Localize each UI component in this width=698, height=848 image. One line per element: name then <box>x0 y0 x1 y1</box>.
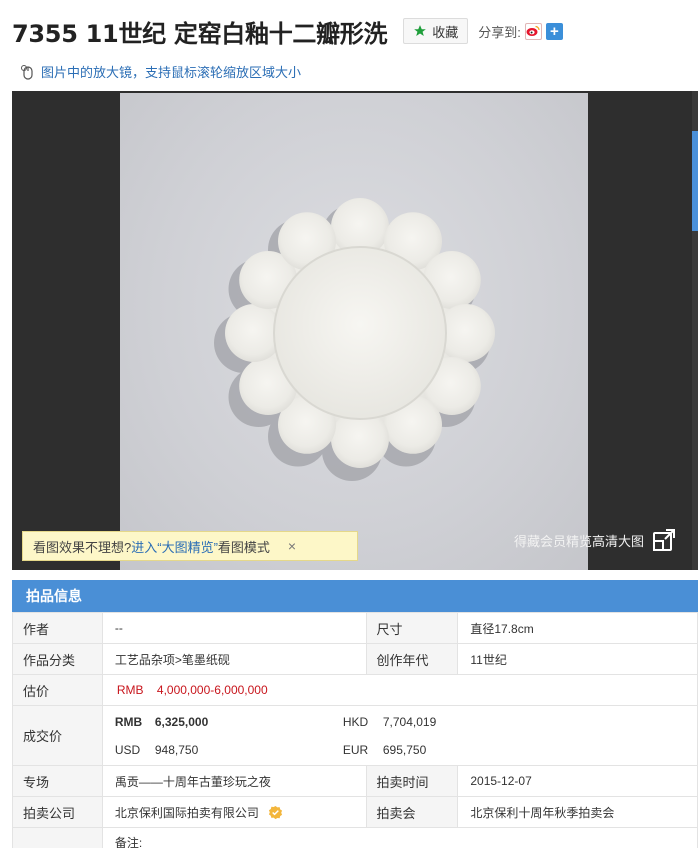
weibo-share-icon[interactable] <box>524 22 542 40</box>
table-row: 作者 -- 尺寸 直径17.8cm <box>12 612 698 644</box>
lot-photo[interactable] <box>120 93 588 570</box>
time-label: 拍卖时间 <box>365 765 459 797</box>
table-row: 成交价 RMB 6,325,000 HKD 7,704,019 USD 948,… <box>12 705 698 766</box>
hint-mode-text: 看图模式 <box>217 539 270 555</box>
hd-link-label: 得藏会员精览高清大图 <box>513 533 644 549</box>
deal-eur-currency: EUR <box>342 742 369 757</box>
share-label: 分享到: <box>478 24 521 40</box>
company-cell: 北京保利国际拍卖有限公司 <box>101 796 367 828</box>
magnifier-tip-text: 图片中的放大镜，支持鼠标滚轮缩放区域大小 <box>41 65 302 80</box>
deal-eur-value: 695,750 <box>382 742 427 757</box>
time-value: 2015-12-07 <box>457 765 698 797</box>
size-value: 直径17.8cm <box>457 612 698 644</box>
author-value: -- <box>101 612 367 644</box>
table-row: 估价 RMB 4,000,000-6,000,000 <box>12 674 698 706</box>
era-value: 11世纪 <box>457 643 698 675</box>
table-row: 拍卖公司 北京保利国际拍卖有限公司 拍卖会 北京保利十周年秋季拍卖会 <box>12 796 698 828</box>
remark-label: 备注: <box>114 836 143 848</box>
hd-image-link[interactable]: 得藏会员精览高清大图 <box>514 528 676 552</box>
large-view-link[interactable]: 进入“大图精览” <box>131 537 218 556</box>
verified-badge-icon <box>269 805 283 819</box>
remark-label-blank <box>12 827 103 848</box>
remark-cell: 备注: <box>101 827 698 848</box>
share-group: 分享到: + <box>478 22 563 41</box>
deal-label: 成交价 <box>12 705 103 766</box>
auction-value[interactable]: 北京保利十周年秋季拍卖会 <box>457 796 698 828</box>
deal-rmb-currency: RMB <box>114 714 143 729</box>
estimate-currency: RMB <box>116 683 144 697</box>
company-label: 拍卖公司 <box>12 796 103 828</box>
era-label: 创作年代 <box>365 643 459 675</box>
view-mode-hint: 看图效果不理想? 进入“大图精览” 看图模式 × <box>22 531 358 561</box>
table-row: 作品分类 工艺品杂项>笔墨纸砚 创作年代 11世纪 <box>12 643 698 675</box>
deal-usd-currency: USD <box>114 742 141 757</box>
deal-cell: RMB 6,325,000 HKD 7,704,019 USD 948,750 … <box>101 705 698 766</box>
viewer-scrollbar[interactable] <box>692 91 698 570</box>
more-share-icon[interactable]: + <box>545 22 563 40</box>
page-header: 7355 11世纪 定窑白釉十二瓣形洗 收藏 分享到: + <box>12 14 698 48</box>
magnifier-mouse-icon <box>21 64 33 80</box>
deal-rmb-value: 6,325,000 <box>154 714 209 729</box>
expand-icon <box>653 529 675 551</box>
estimate-value: 4,000,000-6,000,000 <box>156 683 268 697</box>
category-label: 作品分类 <box>12 643 103 675</box>
table-row: 备注: <box>12 827 698 848</box>
estimate-label: 估价 <box>12 674 103 706</box>
session-label: 专场 <box>12 765 103 797</box>
star-icon <box>414 25 427 36</box>
image-viewer[interactable]: 得藏会员精览高清大图 <box>12 91 698 570</box>
lot-info-table: 作者 -- 尺寸 直径17.8cm 作品分类 工艺品杂项>笔墨纸砚 创作年代 1… <box>12 612 698 848</box>
favorite-label: 收藏 <box>432 24 459 40</box>
deal-usd-value: 948,750 <box>154 742 199 757</box>
company-value[interactable]: 北京保利国际拍卖有限公司 <box>115 806 259 820</box>
deal-hkd-value: 7,704,019 <box>382 714 437 729</box>
size-label: 尺寸 <box>365 612 459 644</box>
viewer-scroll-thumb[interactable] <box>692 131 698 231</box>
author-label: 作者 <box>12 612 103 644</box>
close-icon[interactable]: × <box>288 538 296 554</box>
estimate-cell: RMB 4,000,000-6,000,000 <box>101 674 698 706</box>
auction-label: 拍卖会 <box>365 796 459 828</box>
lot-title: 7355 11世纪 定窑白釉十二瓣形洗 <box>12 19 388 48</box>
hint-text: 看图效果不理想? <box>33 539 132 555</box>
deal-hkd-currency: HKD <box>342 714 369 729</box>
session-value[interactable]: 禹贡——十周年古董珍玩之夜 <box>101 765 367 797</box>
table-row: 专场 禹贡——十周年古董珍玩之夜 拍卖时间 2015-12-07 <box>12 765 698 797</box>
dish-illustration <box>214 198 495 481</box>
info-section-title: 拍品信息 <box>12 580 698 612</box>
favorite-button[interactable]: 收藏 <box>403 18 469 44</box>
magnifier-tip: 图片中的放大镜，支持鼠标滚轮缩放区域大小 <box>20 62 301 81</box>
category-value[interactable]: 工艺品杂项>笔墨纸砚 <box>101 643 367 675</box>
